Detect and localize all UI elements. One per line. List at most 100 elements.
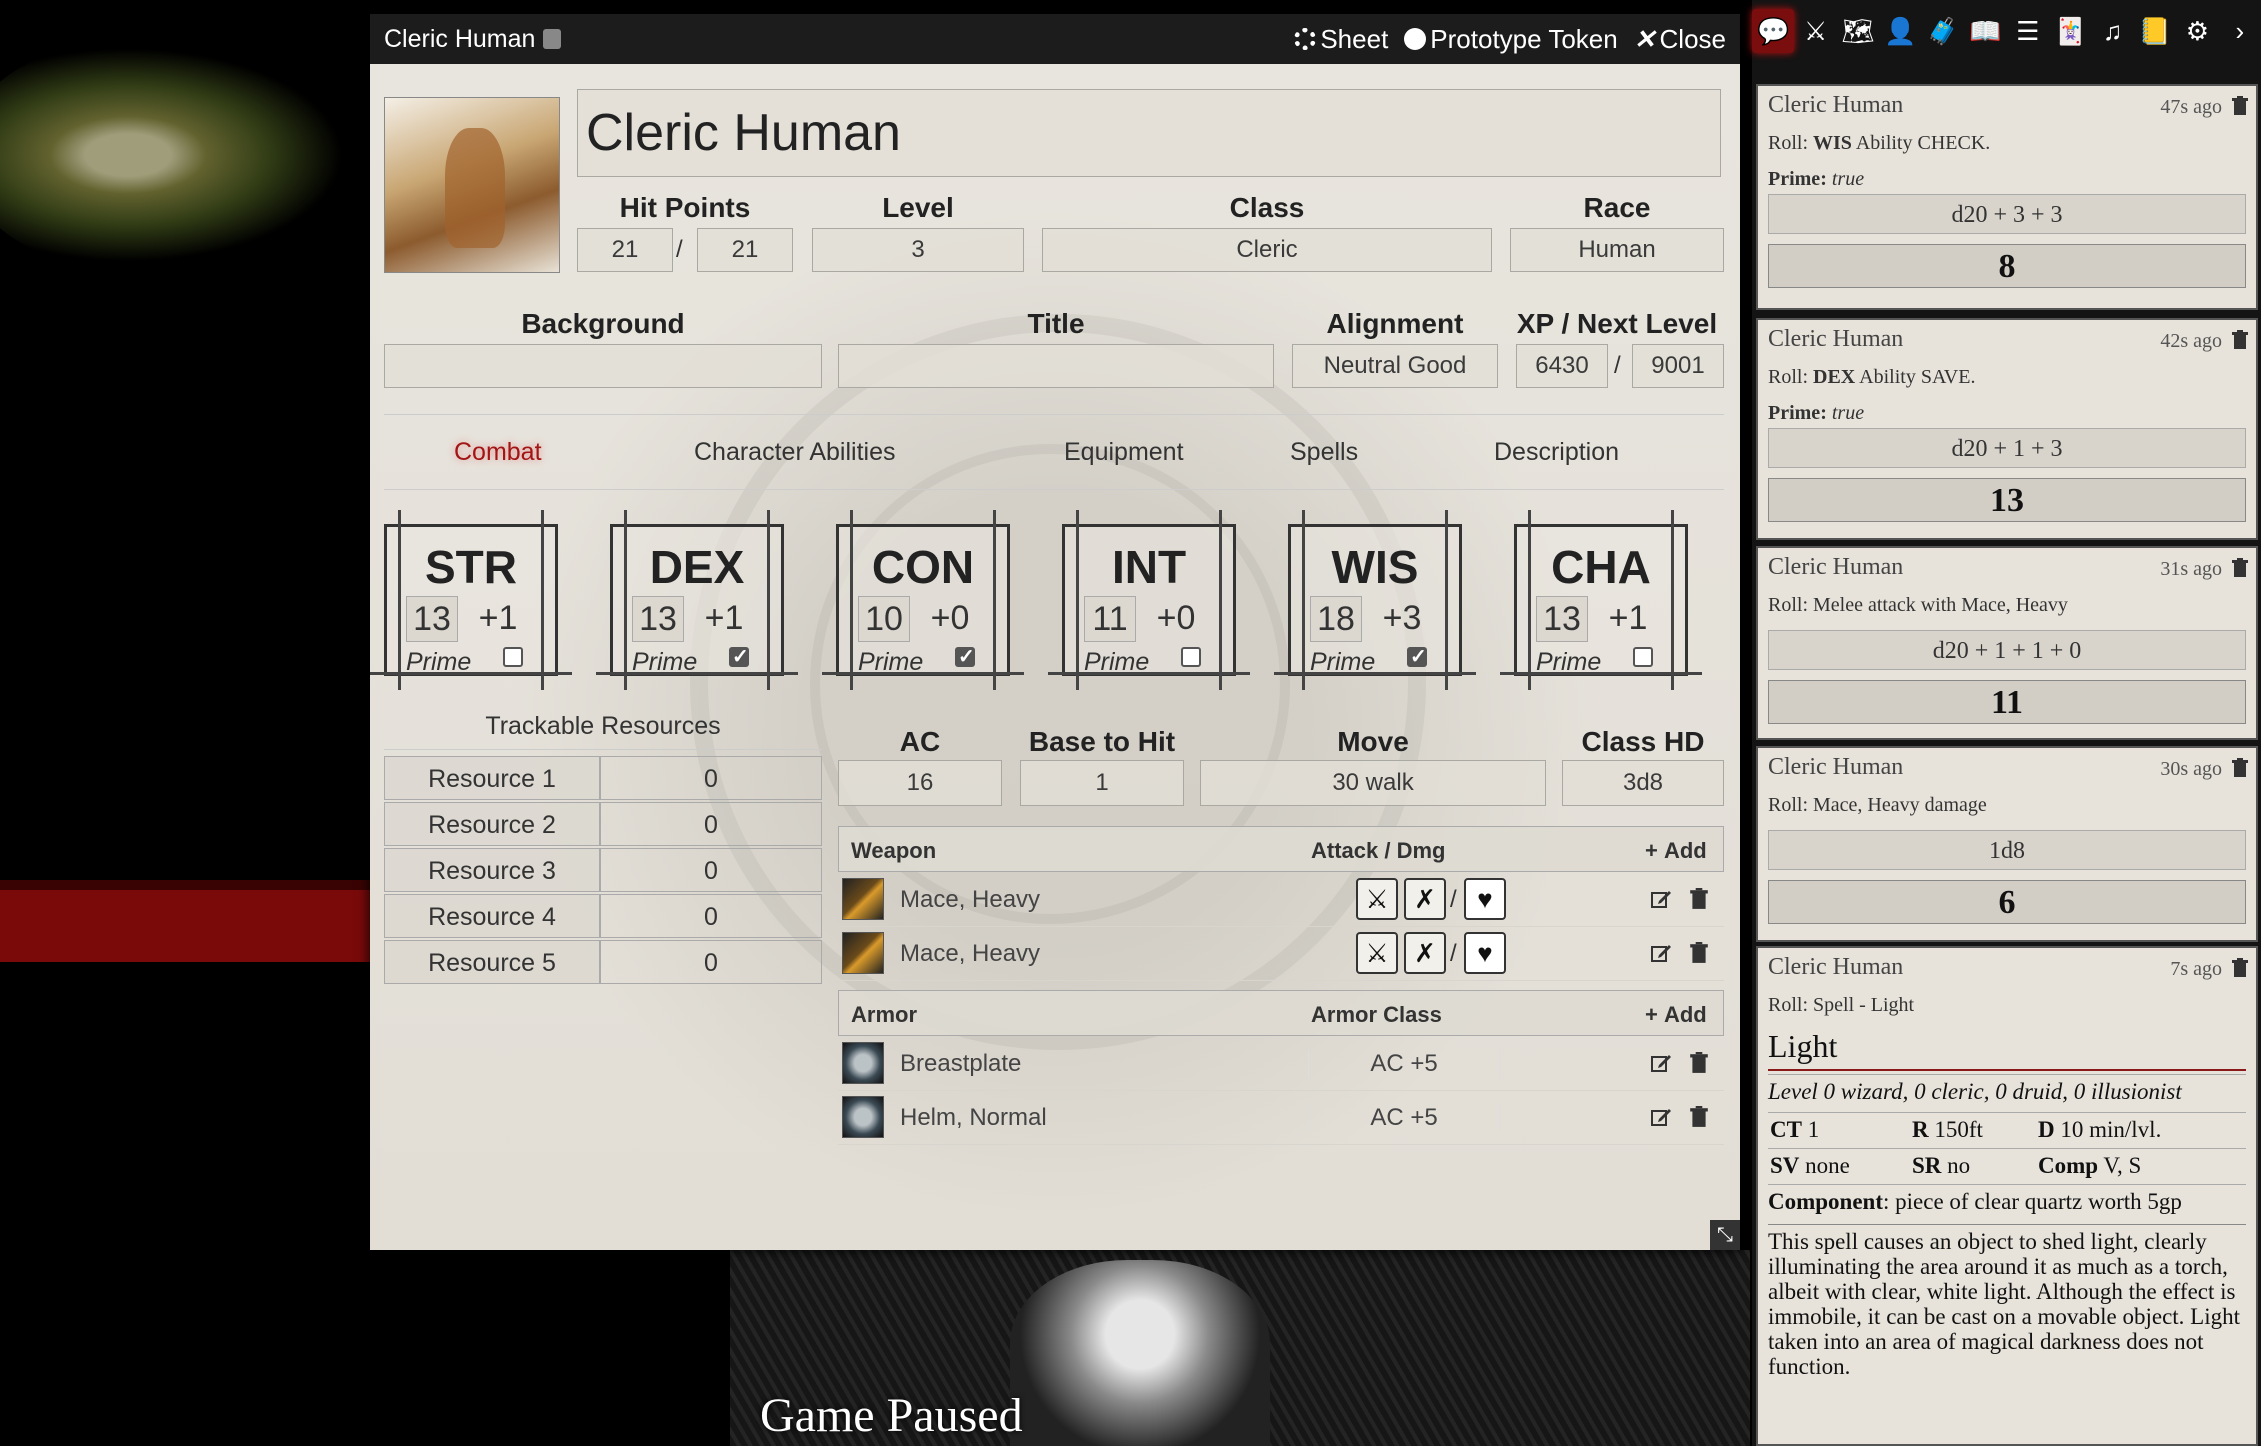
trash-icon[interactable]	[2232, 96, 2248, 116]
class-input[interactable]: Cleric	[1042, 228, 1492, 272]
trash-icon[interactable]	[1690, 1106, 1712, 1128]
window-titlebar[interactable]: Cleric Human Sheet Prototype Token ✕ Clos…	[370, 14, 1740, 64]
ability-score-input[interactable]: 10	[858, 596, 910, 642]
level-input[interactable]: 3	[812, 228, 1024, 272]
character-name-input[interactable]: Cleric Human	[577, 89, 1721, 177]
ranged-attack-icon[interactable]: ✗	[1404, 878, 1446, 920]
dice-total[interactable]: 8	[1768, 244, 2246, 288]
tab-combat[interactable]: Combat	[454, 415, 542, 489]
prime-checkbox[interactable]	[503, 647, 523, 667]
prototype-token-button[interactable]: Prototype Token	[1404, 23, 1618, 55]
tab-character-abilities[interactable]: Character Abilities	[694, 415, 895, 489]
tab-spells[interactable]: Spells	[1290, 415, 1358, 489]
dice-total[interactable]: 13	[1768, 478, 2246, 522]
dice-formula[interactable]: d20 + 1 + 1 + 0	[1768, 630, 2246, 670]
ability-score-input[interactable]: 13	[406, 596, 458, 642]
background-input[interactable]	[384, 344, 822, 388]
dice-total[interactable]: 6	[1768, 880, 2246, 924]
armor-icon[interactable]	[842, 1096, 884, 1138]
items-icon[interactable]: 🧳	[1922, 9, 1964, 53]
trash-icon[interactable]	[2232, 558, 2248, 578]
move-input[interactable]: 30 walk	[1200, 760, 1546, 806]
race-input[interactable]: Human	[1510, 228, 1724, 272]
tables-icon[interactable]: ☰	[2007, 9, 2049, 53]
next-level-input[interactable]: 9001	[1632, 344, 1724, 388]
prime-checkbox[interactable]	[1407, 644, 1427, 669]
edit-icon[interactable]	[1650, 942, 1672, 964]
playlists-icon[interactable]: ♫	[2091, 9, 2133, 53]
resource-value-input[interactable]: 0	[600, 802, 822, 846]
cards-icon[interactable]: 🃏	[2049, 9, 2091, 53]
add-weapon-button[interactable]: + Add	[1645, 838, 1707, 864]
damage-icon[interactable]: ♥	[1464, 878, 1506, 920]
attack-slash: /	[1450, 940, 1457, 967]
dice-formula[interactable]: 1d8	[1768, 830, 2246, 870]
trash-icon[interactable]	[1690, 888, 1712, 910]
bth-input[interactable]: 1	[1020, 760, 1184, 806]
resource-value-input[interactable]: 0	[600, 848, 822, 892]
damage-icon[interactable]: ♥	[1464, 932, 1506, 974]
resource-name-input[interactable]: Resource 1	[384, 756, 600, 800]
chat-icon[interactable]: 💬	[1752, 9, 1795, 53]
resource-name-input[interactable]: Resource 2	[384, 802, 600, 846]
character-portrait[interactable]	[384, 97, 560, 273]
tab-equipment[interactable]: Equipment	[1064, 415, 1184, 489]
resource-name-input[interactable]: Resource 3	[384, 848, 600, 892]
hp-current-input[interactable]: 21	[577, 228, 673, 272]
sheet-config-button[interactable]: Sheet	[1294, 24, 1388, 55]
hp-max-input[interactable]: 21	[697, 228, 793, 272]
dice-formula[interactable]: d20 + 3 + 3	[1768, 194, 2246, 234]
ability-score-input[interactable]: 18	[1310, 596, 1362, 642]
actors-icon[interactable]: 👤	[1879, 9, 1921, 53]
title-input[interactable]	[838, 344, 1274, 388]
scenes-icon[interactable]: 🗺	[1837, 9, 1879, 53]
armor-icon[interactable]	[842, 1042, 884, 1084]
weapon-name[interactable]: Mace, Heavy	[900, 886, 1040, 914]
prime-checkbox[interactable]	[729, 644, 749, 669]
resource-name-input[interactable]: Resource 4	[384, 894, 600, 938]
trash-icon[interactable]	[2232, 330, 2248, 350]
melee-attack-icon[interactable]: ⚔	[1356, 878, 1398, 920]
xp-input[interactable]: 6430	[1516, 344, 1608, 388]
prime-checkbox[interactable]	[1181, 647, 1201, 667]
ranged-attack-icon[interactable]: ✗	[1404, 932, 1446, 974]
ability-score-input[interactable]: 13	[632, 596, 684, 642]
chat-message-spell: Cleric Human 7s ago Roll: Spell - Light …	[1756, 946, 2258, 1446]
trash-icon[interactable]	[1690, 942, 1712, 964]
close-button[interactable]: ✕ Close	[1634, 24, 1726, 55]
mace-icon[interactable]	[842, 932, 884, 974]
trash-icon[interactable]	[2232, 758, 2248, 778]
melee-attack-icon[interactable]: ⚔	[1356, 932, 1398, 974]
edit-icon[interactable]	[1650, 1106, 1672, 1128]
ac-input[interactable]: 16	[838, 760, 1002, 806]
resource-name-input[interactable]: Resource 5	[384, 940, 600, 984]
journal-icon[interactable]: 📖	[1964, 9, 2006, 53]
collapse-icon[interactable]: ›	[2219, 9, 2261, 53]
hd-input[interactable]: 3d8	[1562, 760, 1724, 806]
resource-value-input[interactable]: 0	[600, 940, 822, 984]
mace-icon[interactable]	[842, 878, 884, 920]
resource-value-input[interactable]: 0	[600, 894, 822, 938]
ability-score-input[interactable]: 11	[1084, 596, 1136, 642]
trash-icon[interactable]	[2232, 958, 2248, 978]
ability-score-input[interactable]: 13	[1536, 596, 1588, 642]
add-armor-button[interactable]: + Add	[1645, 1002, 1707, 1028]
dice-total[interactable]: 11	[1768, 680, 2246, 724]
armor-name[interactable]: Breastplate	[900, 1050, 1021, 1078]
weapon-name[interactable]: Mace, Heavy	[900, 940, 1040, 968]
resource-value-input[interactable]: 0	[600, 756, 822, 800]
prime-checkbox[interactable]	[955, 644, 975, 669]
edit-icon[interactable]	[1650, 888, 1672, 910]
armor-name[interactable]: Helm, Normal	[900, 1104, 1047, 1132]
compendium-icon[interactable]: 📒	[2134, 9, 2176, 53]
trash-icon[interactable]	[1690, 1052, 1712, 1074]
tab-description[interactable]: Description	[1494, 415, 1619, 489]
alignment-input[interactable]: Neutral Good	[1292, 344, 1498, 388]
combat-icon[interactable]: ⚔	[1794, 9, 1836, 53]
dice-formula[interactable]: d20 + 1 + 3	[1768, 428, 2246, 468]
token-label: Prototype Token	[1430, 23, 1618, 54]
edit-icon[interactable]	[1650, 1052, 1672, 1074]
prime-checkbox[interactable]	[1633, 647, 1653, 667]
resize-handle[interactable]: ⤡	[1710, 1220, 1740, 1250]
settings-icon[interactable]: ⚙	[2176, 9, 2218, 53]
